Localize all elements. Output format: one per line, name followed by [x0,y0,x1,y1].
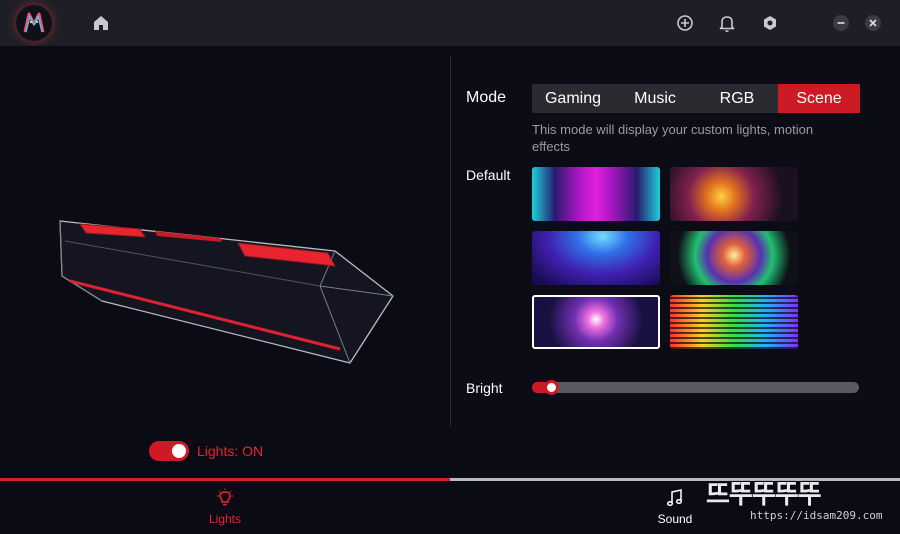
title-bar [0,0,900,46]
brightness-slider-track[interactable] [532,382,859,393]
nav-sound-label: Sound [657,512,693,526]
brightness-slider-handle[interactable] [544,380,559,395]
scene-thumbnail-bokeh-warm[interactable] [670,167,798,221]
close-icon[interactable] [864,14,882,32]
tab-music[interactable]: Music [614,84,696,113]
scene-thumbnail-neon-bars[interactable] [532,167,660,221]
scene-thumbnail-blue-rays[interactable] [532,231,660,285]
settings-icon[interactable] [760,13,780,33]
scene-thumbnail-pink-sparkle-selected[interactable] [532,295,660,349]
home-icon[interactable] [91,13,111,33]
soundbar-device-image [59,220,394,364]
scene-thumbnail-bokeh-burst[interactable] [670,231,798,285]
mode-label: Mode [466,89,507,106]
lights-toggle[interactable] [149,441,189,461]
toggle-knob [172,444,186,458]
scene-thumbnail-equalizer[interactable] [670,295,798,349]
nav-lights-label: Lights [208,512,242,526]
device-preview-panel: Lights: ON [0,46,450,478]
mode-description: This mode will display your custom light… [532,122,814,154]
bell-icon[interactable] [717,13,737,33]
watermark: 뜨뚜뚜뚜뚜 https://idsam209.com [706,474,892,526]
music-note-icon [666,489,683,507]
tab-gaming[interactable]: Gaming [532,84,614,113]
nav-lights-tab[interactable]: Lights [195,488,255,526]
watermark-url: https://idsam209.com [750,509,883,522]
panel-divider [450,56,451,426]
add-icon[interactable] [675,13,695,33]
bright-label: Bright [466,380,503,396]
lightbulb-icon [217,488,233,506]
tab-rgb[interactable]: RGB [696,84,778,113]
tab-scene[interactable]: Scene [778,84,860,113]
nav-sound-tab[interactable]: Sound [645,488,705,526]
lights-status-label: Lights: ON [197,443,264,459]
default-label: Default [466,167,511,183]
app-logo [16,5,52,41]
watermark-title: 뜨뚜뚜뚜뚜 [706,480,822,510]
minimize-icon[interactable] [832,14,850,32]
mode-tab-bar: Gaming Music RGB Scene [532,84,860,113]
